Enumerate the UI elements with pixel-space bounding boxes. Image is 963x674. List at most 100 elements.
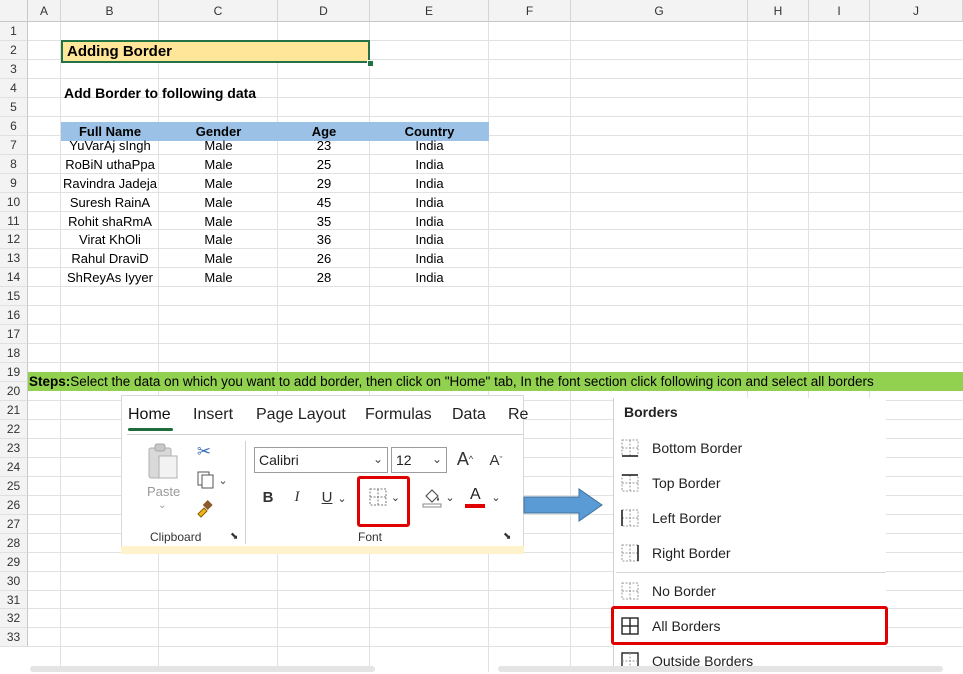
table-cell[interactable]: Male [159, 174, 278, 193]
paste-dropdown-icon[interactable]: ⌄ [158, 500, 166, 511]
format-painter-button[interactable] [193, 497, 215, 519]
row-header[interactable]: 31 [0, 591, 28, 609]
row-header[interactable]: 33 [0, 628, 28, 647]
table-cell[interactable]: 25 [278, 155, 370, 174]
row-header[interactable]: 16 [0, 306, 28, 325]
row-header[interactable]: 27 [0, 515, 28, 534]
row-header[interactable]: 21 [0, 401, 28, 420]
table-cell[interactable]: 35 [278, 212, 370, 231]
underline-dropdown-icon[interactable]: ⌄ [336, 488, 348, 508]
tab-formulas[interactable]: Formulas [365, 406, 432, 424]
table-cell[interactable]: ShReyAs Iyyer [61, 268, 159, 287]
bold-button[interactable]: B [258, 486, 278, 508]
table-cell[interactable]: 36 [278, 230, 370, 249]
table-cell[interactable]: Male [159, 212, 278, 231]
menu-item-no-border[interactable]: No Border [620, 578, 880, 604]
column-header-b[interactable]: B [61, 0, 159, 22]
paste-button[interactable] [143, 441, 183, 483]
column-header-i[interactable]: I [809, 0, 870, 22]
table-cell[interactable]: India [370, 193, 489, 212]
font-color-button[interactable]: A ⌄ [462, 484, 504, 510]
table-cell[interactable]: India [370, 249, 489, 268]
subtitle-cell[interactable]: Add Border to following data [64, 83, 256, 102]
row-header[interactable]: 15 [0, 287, 28, 306]
row-header[interactable]: 14 [0, 268, 28, 287]
table-cell[interactable]: Male [159, 249, 278, 268]
row-header[interactable]: 1 [0, 22, 28, 41]
selected-title-cell[interactable]: Adding Border [61, 40, 370, 63]
table-cell[interactable]: YuVarAj sIngh [61, 136, 159, 155]
row-header[interactable]: 18 [0, 344, 28, 363]
column-header-j[interactable]: J [870, 0, 963, 22]
row-header[interactable]: 28 [0, 534, 28, 553]
menu-item-right-border[interactable]: Right Border [620, 540, 880, 566]
tab-page-layout[interactable]: Page Layout [256, 406, 346, 424]
clipboard-launcher-icon[interactable]: ⬊ [230, 531, 238, 542]
table-cell[interactable]: Virat KhOli [61, 230, 159, 249]
table-cell[interactable]: Ravindra Jadeja [61, 174, 159, 193]
row-header[interactable]: 24 [0, 458, 28, 477]
underline-button[interactable]: U [317, 486, 337, 508]
row-header[interactable]: 26 [0, 496, 28, 515]
cut-icon[interactable]: ✂ [193, 441, 215, 463]
table-cell[interactable]: India [370, 155, 489, 174]
table-cell[interactable]: 29 [278, 174, 370, 193]
italic-button[interactable]: I [287, 486, 307, 508]
row-header[interactable]: 30 [0, 572, 28, 591]
row-header[interactable]: 20 [0, 382, 28, 401]
row-header[interactable]: 2 [0, 41, 28, 60]
table-cell[interactable]: India [370, 268, 489, 287]
table-cell[interactable]: 45 [278, 193, 370, 212]
font-size-combo[interactable]: 12 ⌄ [391, 447, 447, 473]
copy-button[interactable]: ⌄ [192, 469, 232, 491]
column-header-c[interactable]: C [159, 0, 278, 22]
menu-item-bottom-border[interactable]: Bottom Border [620, 435, 880, 461]
row-header[interactable]: 25 [0, 477, 28, 496]
table-cell[interactable]: 28 [278, 268, 370, 287]
shrink-font-button[interactable]: Aˇ [485, 449, 507, 471]
table-cell[interactable]: India [370, 174, 489, 193]
row-header[interactable]: 13 [0, 249, 28, 268]
menu-item-top-border[interactable]: Top Border [620, 470, 880, 496]
row-header[interactable]: 12 [0, 230, 28, 249]
tab-insert[interactable]: Insert [193, 406, 233, 424]
table-cell[interactable]: Rohit shaRmA [61, 212, 159, 231]
column-header-f[interactable]: F [489, 0, 571, 22]
fill-color-button[interactable]: ⌄ [418, 484, 458, 510]
font-launcher-icon[interactable]: ⬊ [503, 531, 511, 542]
table-cell[interactable]: Suresh RainA [61, 193, 159, 212]
column-header-a[interactable]: A [28, 0, 61, 22]
steps-text-cell[interactable]: Steps: Select the data on which you want… [29, 372, 874, 391]
table-cell[interactable]: India [370, 136, 489, 155]
column-header-g[interactable]: G [571, 0, 748, 22]
table-cell[interactable]: Male [159, 230, 278, 249]
select-all-corner[interactable] [0, 0, 28, 22]
table-cell[interactable]: 26 [278, 249, 370, 268]
grow-font-button[interactable]: A ^ [454, 447, 476, 471]
row-header[interactable]: 11 [0, 212, 28, 230]
table-cell[interactable]: Male [159, 193, 278, 212]
row-header[interactable]: 22 [0, 420, 28, 439]
horizontal-scrollbar[interactable] [30, 666, 375, 672]
row-header[interactable]: 19 [0, 363, 28, 382]
row-header[interactable]: 9 [0, 174, 28, 193]
tab-data[interactable]: Data [452, 406, 486, 424]
row-header[interactable]: 29 [0, 553, 28, 572]
table-cell[interactable]: Male [159, 136, 278, 155]
column-header-h[interactable]: H [748, 0, 809, 22]
tab-review-partial[interactable]: Re [508, 406, 528, 424]
table-cell[interactable]: Rahul DraviD [61, 249, 159, 268]
row-header[interactable]: 3 [0, 60, 28, 79]
table-cell[interactable]: Male [159, 155, 278, 174]
row-header[interactable]: 32 [0, 609, 28, 628]
fill-handle[interactable] [367, 60, 374, 67]
row-header[interactable]: 4 [0, 79, 28, 98]
table-cell[interactable]: RoBiN uthaPpa [61, 155, 159, 174]
row-header[interactable]: 7 [0, 136, 28, 155]
row-header[interactable]: 5 [0, 98, 28, 117]
row-header[interactable]: 8 [0, 155, 28, 174]
table-cell[interactable]: India [370, 230, 489, 249]
tab-home[interactable]: Home [128, 406, 171, 424]
column-header-e[interactable]: E [370, 0, 489, 22]
font-name-combo[interactable]: Calibri ⌄ [254, 447, 388, 473]
